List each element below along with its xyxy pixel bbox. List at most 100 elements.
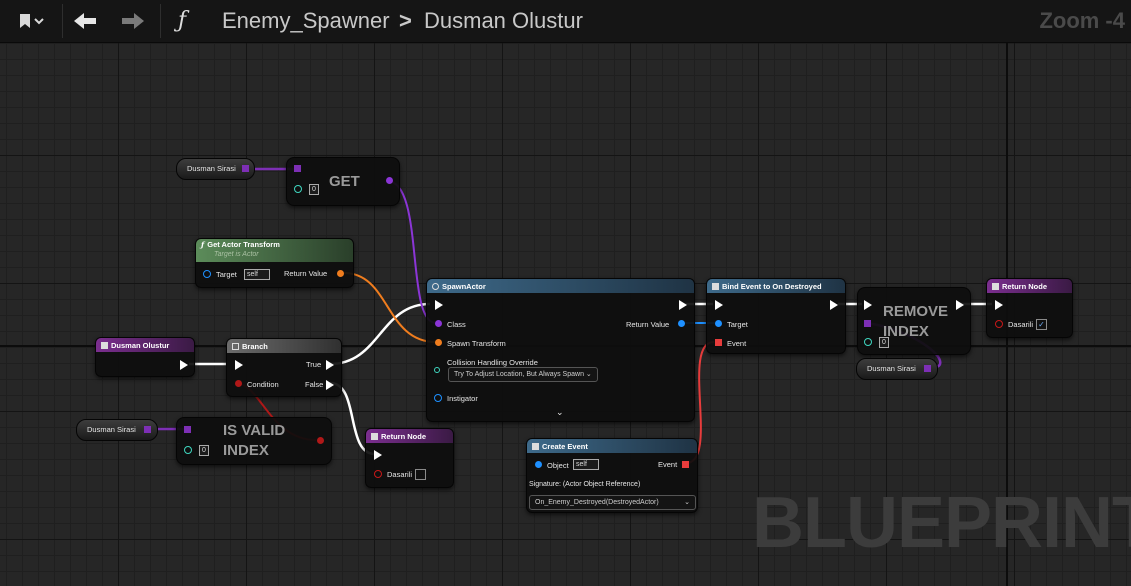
node-title-line1: IS VALID bbox=[223, 422, 286, 439]
breadcrumb-separator-icon: > bbox=[399, 8, 412, 33]
variable-node-dusman-sirasi[interactable]: Dusman Sirasi bbox=[176, 158, 255, 180]
function-value: On_Enemy_Destroyed(DestroyedActor) bbox=[535, 499, 659, 506]
node-title: Return Node bbox=[381, 431, 426, 441]
expand-chevron-icon[interactable]: ⌄ bbox=[556, 407, 564, 418]
index-input-pin[interactable] bbox=[184, 446, 192, 454]
return-icon bbox=[992, 282, 999, 290]
chevron-down-icon: ⌄ bbox=[684, 499, 690, 506]
bool-input-pin[interactable] bbox=[995, 320, 1003, 328]
target-input-pin[interactable] bbox=[715, 320, 722, 327]
event-label: Event bbox=[727, 339, 747, 348]
target-input-pin[interactable] bbox=[203, 270, 211, 278]
target-label: Target bbox=[727, 320, 748, 329]
bool-output-pin[interactable] bbox=[317, 437, 324, 444]
node-header: Return Node bbox=[366, 429, 453, 443]
exec-input-pin[interactable] bbox=[995, 300, 1003, 310]
exec-output-pin[interactable] bbox=[679, 300, 687, 310]
object-input-pin[interactable] bbox=[535, 461, 542, 468]
node-header: SpawnActor bbox=[427, 279, 694, 293]
spawn-transform-input-pin[interactable] bbox=[435, 339, 442, 346]
bind-icon bbox=[712, 282, 719, 290]
variable-node-dusman-sirasi[interactable]: Dusman Sirasi bbox=[856, 358, 938, 380]
condition-input-pin[interactable] bbox=[235, 380, 242, 387]
exec-input-pin[interactable] bbox=[374, 450, 382, 460]
index-field[interactable]: 0 bbox=[199, 445, 209, 456]
get-actor-transform-node[interactable]: ƒ Get Actor Transform Target is Actor Ta… bbox=[195, 238, 354, 288]
node-title: Return Node bbox=[1002, 281, 1047, 291]
array-output-pin[interactable] bbox=[242, 165, 249, 172]
spawn-transform-label: Spawn Transform bbox=[447, 339, 506, 348]
collision-input-pin[interactable] bbox=[434, 367, 440, 373]
index-input-pin[interactable] bbox=[864, 338, 872, 346]
array-output-pin[interactable] bbox=[924, 365, 931, 372]
event-label: Event bbox=[658, 460, 678, 469]
variable-label: Dusman Sirasi bbox=[867, 364, 916, 373]
array-input-pin[interactable] bbox=[184, 426, 191, 433]
collision-dropdown[interactable]: Try To Adjust Location, But Always Spawn… bbox=[448, 367, 598, 382]
variable-label: Dusman Sirasi bbox=[187, 164, 236, 173]
bool-input-pin[interactable] bbox=[374, 470, 382, 478]
index-field[interactable]: 0 bbox=[309, 184, 319, 195]
collision-label: Collision Handling Override bbox=[447, 358, 538, 367]
delegate-input-pin[interactable] bbox=[715, 339, 722, 346]
class-input-pin[interactable] bbox=[435, 320, 442, 327]
instigator-input-pin[interactable] bbox=[434, 394, 442, 402]
breadcrumb-parent[interactable]: Enemy_Spawner bbox=[222, 8, 390, 34]
exec-output-pin[interactable] bbox=[830, 300, 838, 310]
bind-event-node[interactable]: Bind Event to On Destroyed Target Event bbox=[706, 278, 846, 354]
function-entry-node[interactable]: Dusman Olustur bbox=[95, 337, 195, 377]
class-label: Class bbox=[447, 320, 466, 329]
node-header: Branch bbox=[227, 339, 341, 353]
array-input-pin[interactable] bbox=[864, 320, 871, 327]
true-exec-output-pin[interactable] bbox=[326, 360, 334, 370]
target-label: Target bbox=[216, 270, 237, 279]
branch-node[interactable]: Branch Condition True False bbox=[226, 338, 342, 397]
variable-node-dusman-sirasi[interactable]: Dusman Sirasi bbox=[76, 419, 158, 441]
exec-input-pin[interactable] bbox=[235, 360, 243, 370]
transform-output-pin[interactable] bbox=[337, 270, 344, 277]
exec-input-pin[interactable] bbox=[715, 300, 723, 310]
object-output-pin[interactable] bbox=[678, 320, 685, 327]
instigator-label: Instigator bbox=[447, 394, 478, 403]
signature-text: Signature: (Actor Object Reference) bbox=[529, 481, 641, 488]
breadcrumb-current[interactable]: Dusman Olustur bbox=[424, 8, 583, 34]
forward-button[interactable] bbox=[116, 0, 150, 42]
back-button[interactable] bbox=[68, 0, 102, 42]
index-input-pin[interactable] bbox=[294, 185, 302, 193]
dasarili-checkbox[interactable]: ✓ bbox=[1036, 319, 1047, 330]
return-node-top[interactable]: Return Node Dasarili ✓ bbox=[986, 278, 1073, 338]
object-label: Object bbox=[547, 461, 569, 470]
branch-icon bbox=[232, 342, 239, 350]
dasarili-checkbox[interactable] bbox=[415, 469, 426, 480]
exec-input-pin[interactable] bbox=[864, 300, 872, 310]
node-header: Bind Event to On Destroyed bbox=[707, 279, 845, 293]
exec-output-pin[interactable] bbox=[180, 360, 188, 370]
get-node[interactable]: GET 0 bbox=[286, 157, 400, 206]
false-exec-output-pin[interactable] bbox=[326, 380, 334, 390]
bookmark-button[interactable] bbox=[4, 0, 54, 42]
array-input-pin[interactable] bbox=[294, 165, 301, 172]
create-event-node[interactable]: Create Event Object self Event Signature… bbox=[526, 438, 698, 513]
remove-index-node[interactable]: REMOVE INDEX 0 bbox=[857, 287, 971, 355]
return-node-bottom[interactable]: Return Node Dasarili bbox=[365, 428, 454, 488]
condition-label: Condition bbox=[247, 380, 279, 389]
is-valid-index-node[interactable]: IS VALID INDEX 0 bbox=[176, 417, 332, 465]
delegate-output-pin[interactable] bbox=[682, 461, 689, 468]
arrow-left-icon bbox=[74, 13, 96, 29]
array-output-pin[interactable] bbox=[144, 426, 151, 433]
event-icon bbox=[532, 442, 539, 450]
index-field[interactable]: 0 bbox=[879, 337, 889, 348]
node-subtitle: Target is Actor bbox=[214, 251, 259, 258]
function-dropdown[interactable]: On_Enemy_Destroyed(DestroyedActor) ⌄ bbox=[529, 495, 696, 510]
class-output-pin[interactable] bbox=[386, 177, 393, 184]
target-field[interactable]: self bbox=[244, 269, 270, 280]
node-title: Dusman Olustur bbox=[111, 340, 170, 350]
variable-label: Dusman Sirasi bbox=[87, 425, 136, 434]
exec-output-pin[interactable] bbox=[956, 300, 964, 310]
exec-input-pin[interactable] bbox=[435, 300, 443, 310]
node-title: SpawnActor bbox=[442, 281, 486, 291]
output-label: Dasarili bbox=[1008, 320, 1034, 329]
spawn-actor-node[interactable]: SpawnActor Class Return Value Spawn Tran… bbox=[426, 278, 695, 422]
object-field[interactable]: self bbox=[573, 459, 599, 470]
node-title: Bind Event to On Destroyed bbox=[722, 281, 822, 291]
